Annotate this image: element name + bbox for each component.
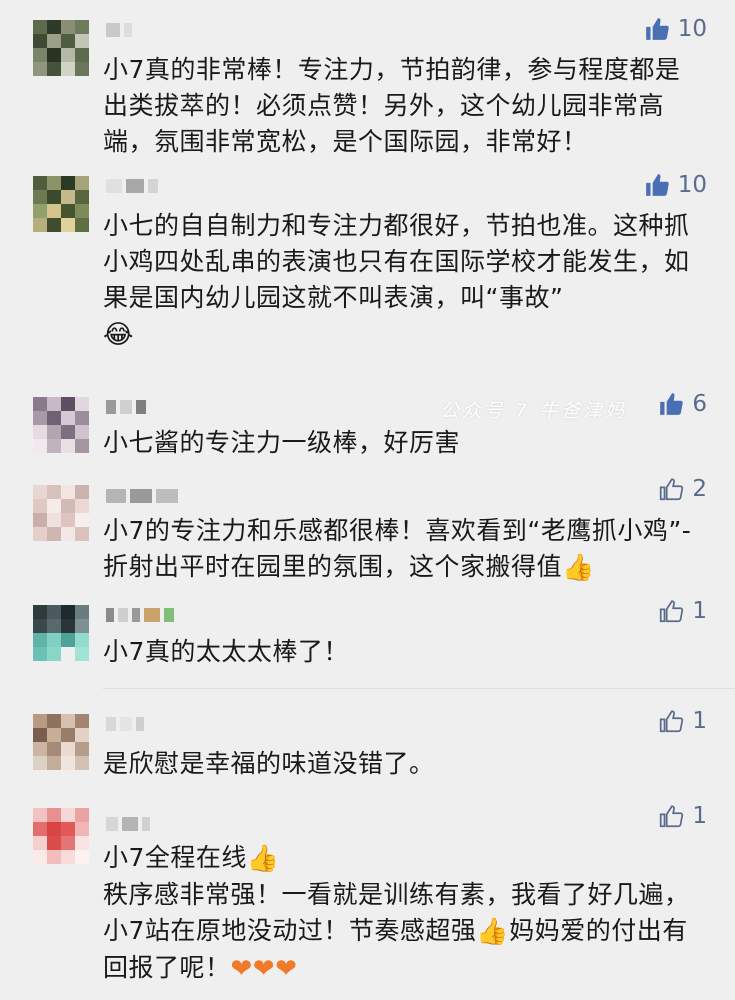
thumbs-up-icon xyxy=(660,393,684,415)
comment-text: 小七酱的专注力一级棒，好厉害 xyxy=(103,428,461,457)
avatar[interactable] xyxy=(33,485,89,541)
thumbs-up-icon xyxy=(645,174,669,196)
like-count: 1 xyxy=(692,598,707,624)
comment-text: 是欣慰是幸福的味道没错了。 xyxy=(103,749,435,778)
comment-text: 小七的自自制力和专注力都很好，节拍也准。这种抓小鸡四处乱串的表演也只有在国际学校… xyxy=(103,208,703,353)
like-button[interactable]: 6 xyxy=(658,387,707,421)
thumbs-up-emoji: 👍 xyxy=(562,553,595,583)
commenter-name-blurred xyxy=(106,714,176,734)
comment-text: 小7真的太太太棒了！ xyxy=(103,637,349,666)
comment-text: 小7真的非常棒！专注力，节拍韵律，参与程度都是出类拔萃的！必须点赞！另外，这个幼… xyxy=(103,55,681,156)
thumbs-up-icon xyxy=(645,18,669,40)
commenter-name-blurred xyxy=(106,176,176,196)
like-button[interactable]: 10 xyxy=(644,12,707,46)
comment-text: 小7的专注力和乐感都很棒！喜欢看到“老鹰抓小鸡”-折射出平时在园里的氛围，这个家… xyxy=(103,513,703,586)
thumbs-up-emoji: 👍 xyxy=(476,917,510,947)
avatar[interactable] xyxy=(33,714,89,770)
avatar[interactable] xyxy=(33,20,89,76)
thumbs-up-icon xyxy=(660,600,684,623)
commenter-name-blurred xyxy=(106,814,176,834)
watermark: 公众号 7 牛爸津妈 xyxy=(440,400,628,422)
like-button[interactable]: 2 xyxy=(658,472,707,506)
avatar[interactable] xyxy=(33,176,89,232)
avatar[interactable] xyxy=(33,808,89,864)
comment-text-body: 小7的专注力和乐感都很棒！喜欢看到“老鹰抓小鸡”-折射出平时在园里的氛围，这个家… xyxy=(103,516,692,581)
comment-text-line1: 小7全程在线 xyxy=(103,843,247,872)
like-button[interactable]: 1 xyxy=(658,594,707,628)
comment-text: 小7全程在线👍 秩序感非常强！一看就是训练有素，我看了好几遍，小7站在原地没动过… xyxy=(103,840,703,987)
heart-emoji: ❤❤❤ xyxy=(230,954,298,984)
thumbs-up-icon xyxy=(660,710,684,733)
like-count: 1 xyxy=(692,803,707,829)
like-count: 2 xyxy=(692,476,707,502)
like-count: 6 xyxy=(692,391,707,417)
comment-text-body: 小七的自自制力和专注力都很好，节拍也准。这种抓小鸡四处乱串的表演也只有在国际学校… xyxy=(103,211,690,312)
commenter-name-blurred xyxy=(106,605,196,625)
commenter-name-blurred xyxy=(106,486,186,506)
like-button[interactable]: 1 xyxy=(658,799,707,833)
thumbs-up-emoji: 👍 xyxy=(246,844,280,874)
like-count: 10 xyxy=(677,172,707,198)
commenter-name-blurred xyxy=(106,20,176,40)
like-button[interactable]: 10 xyxy=(644,168,707,202)
commenter-name-blurred xyxy=(106,397,176,417)
divider xyxy=(103,688,735,689)
like-count: 10 xyxy=(677,16,707,42)
avatar[interactable] xyxy=(33,605,89,661)
like-button[interactable]: 1 xyxy=(658,704,707,738)
laughing-crying-emoji: 😂 xyxy=(103,320,134,350)
thumbs-up-icon xyxy=(660,478,684,501)
avatar[interactable] xyxy=(33,397,89,453)
thumbs-up-icon xyxy=(660,805,684,828)
like-count: 1 xyxy=(692,708,707,734)
